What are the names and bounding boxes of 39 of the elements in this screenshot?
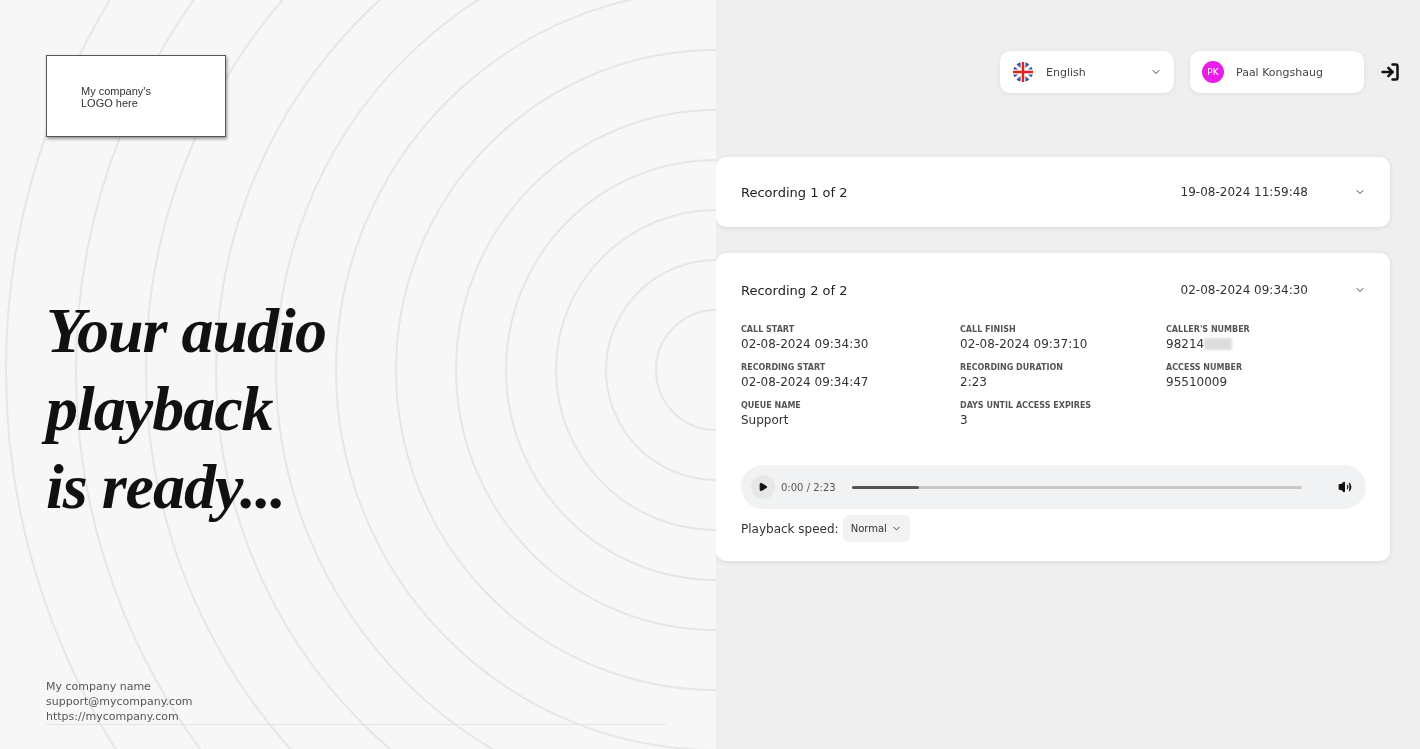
footer-text: support@mycompany.com [46, 694, 194, 709]
field-label: CALL START [741, 325, 796, 334]
field-label: RECORDING START [741, 363, 827, 372]
speed-select[interactable]: Normal [842, 515, 910, 542]
headline: playback [42, 367, 283, 451]
recording-date: 02-08-2024 09:34:30 [1180, 283, 1308, 297]
footer-text: https://mycompany.com [46, 709, 180, 724]
progress-track[interactable] [851, 485, 1302, 489]
user-menu[interactable]: PK Paal Kongshaug [1190, 51, 1364, 93]
headline: Your audio [45, 294, 327, 368]
recording-date: 19-08-2024 11:59:48 [1180, 185, 1308, 199]
field-label: QUEUE NAME [741, 401, 802, 410]
field-value: 02-08-2024 09:34:30 [741, 337, 869, 351]
time-display: 0:00 / 2:23 [781, 481, 836, 493]
logout-button[interactable] [1380, 62, 1400, 82]
play-icon [758, 482, 768, 492]
field-label: DAYS UNTIL ACCESS EXPIRES [960, 401, 1093, 410]
play-button[interactable] [751, 475, 775, 499]
field-value: Support [741, 413, 789, 427]
field-label: ACCESS NUMBER [1166, 363, 1244, 372]
logo-text: My company's LOGO here [81, 85, 151, 109]
language-select[interactable]: English [1000, 51, 1174, 93]
field-label: CALLER'S NUMBER [1166, 325, 1251, 334]
field-value: 98214 [1166, 337, 1205, 351]
field-value: 95510009 [1166, 375, 1228, 389]
footer-text: My company name [46, 679, 152, 694]
field-label: RECORDING DURATION [960, 363, 1064, 372]
field-value: 2:23 [960, 375, 987, 389]
field-value: 02-08-2024 09:37:10 [960, 337, 1088, 351]
field-value: 02-08-2024 09:34:47 [741, 375, 869, 389]
user-avatar: PK [1202, 61, 1224, 83]
volume-icon[interactable] [1338, 480, 1352, 494]
recording-title: Recording 2 of 2 [741, 282, 849, 298]
speed-label: Playback speed: [741, 521, 839, 536]
field-value: 3 [960, 413, 968, 427]
uk-flag-icon [1012, 61, 1034, 83]
headline: is ready... [45, 450, 287, 524]
field-label: CALL FINISH [960, 325, 1017, 334]
recording-title: Recording 1 of 2 [741, 184, 849, 200]
